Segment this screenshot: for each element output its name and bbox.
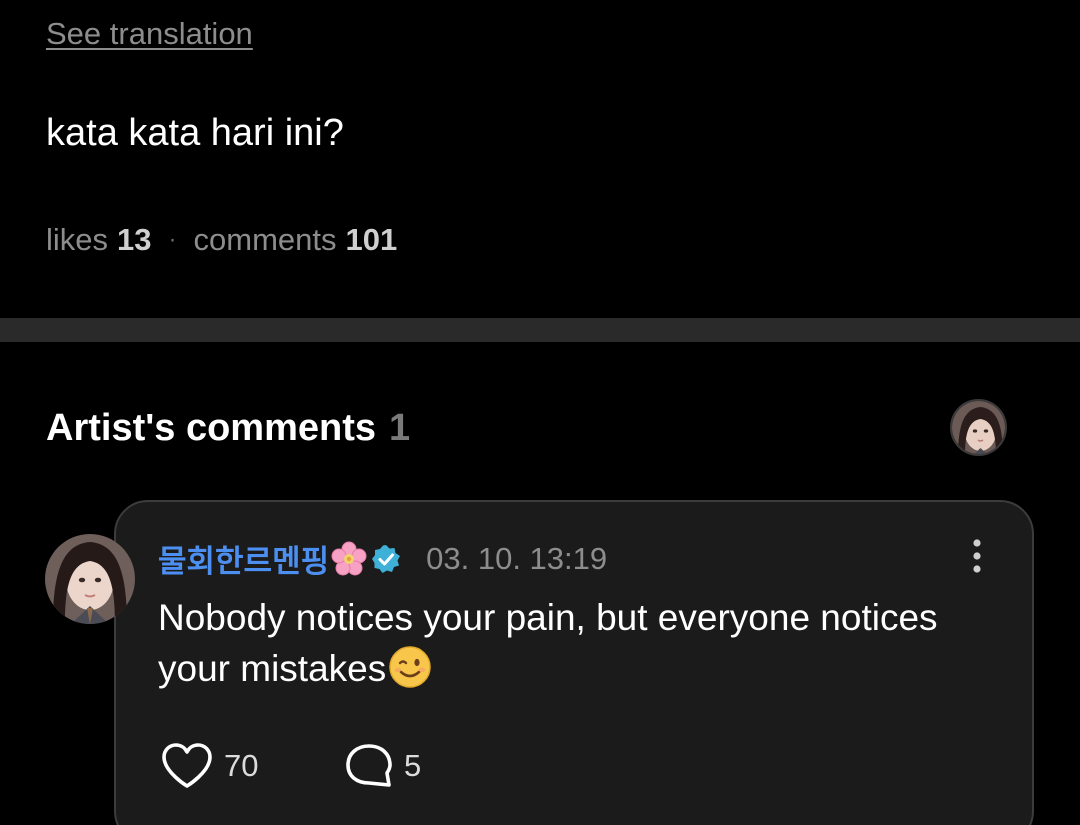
artist-comments-heading: Artist's comments 1 [46,407,410,450]
post-detail-screen: See translation kata kata hari ini? like… [0,0,1080,825]
like-count: 70 [224,748,259,783]
comment-timestamp: 03. 10. 13:19 [426,540,608,576]
like-button[interactable]: 70 [160,742,258,790]
likes-label: likes [46,222,109,257]
more-options-icon[interactable] [964,538,990,576]
comments-label[interactable]: comments [194,222,337,258]
comment-body: Nobody notices your pain, but everyone n… [158,597,938,689]
reply-count: 5 [404,748,422,783]
comments-count[interactable]: 101 [345,222,397,258]
post-body-text: kata kata hari ini? [46,112,344,154]
artist-avatar-icon[interactable] [950,399,1007,456]
heart-outline-icon [162,743,212,788]
post-stats: likes 13 · comments 101 [46,222,397,258]
commenter-avatar[interactable] [45,534,135,624]
speech-bubble-icon [346,744,392,787]
comment-author-name[interactable]: 물회한르멘핑 [158,536,329,581]
verified-badge-icon [371,544,401,574]
see-translation-link[interactable]: See translation [46,16,253,52]
cherry-blossom-icon [331,541,367,577]
reply-button[interactable]: 5 [344,742,421,790]
likes-count: 13 [117,222,152,257]
comment-text: Nobody notices your pain, but everyone n… [158,592,998,694]
artist-comments-count: 1 [389,407,411,449]
section-divider [0,318,1080,342]
winking-face-icon [388,645,432,689]
stats-separator: · [168,226,177,253]
comment-header: 물회한르멘핑 03. 10. 13:19 [158,536,607,581]
artist-comments-title: Artist's comments [46,407,377,449]
